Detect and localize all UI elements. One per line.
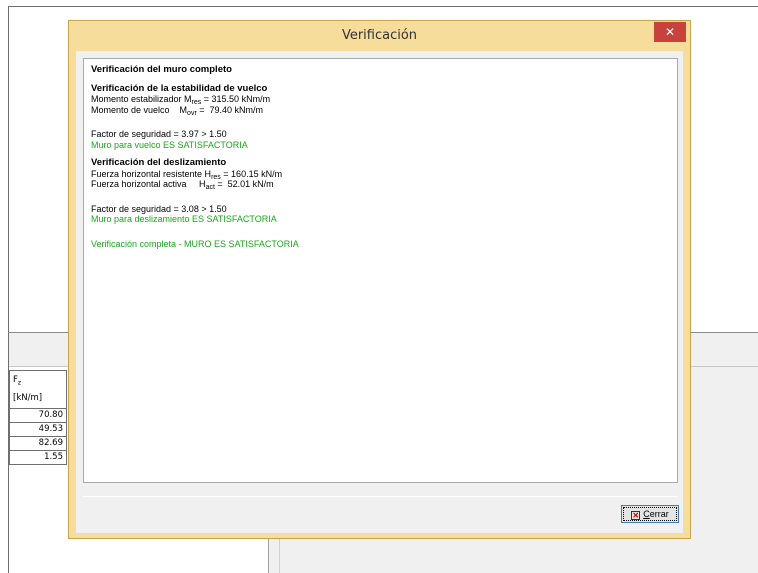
- overturning-stabilizing-moment: Momento estabilizador Mres = 315.50 kNm/…: [91, 94, 670, 106]
- close-icon: ✕: [631, 511, 641, 520]
- button-label: errar: [649, 509, 669, 519]
- verification-report: Verificación del muro completo Verificac…: [83, 58, 678, 483]
- line-value: = 79.40 kNm/m: [196, 104, 264, 115]
- line-label: Fuerza horizontal activa H: [91, 179, 206, 189]
- table-header-fz: Fz [kN/m]: [9, 370, 67, 409]
- report-main-heading: Verificación del muro completo: [91, 64, 232, 75]
- background-forces-table: Fz [kN/m] 70.80 49.53 82.69 1.55: [9, 370, 67, 465]
- overturning-safety-factor: Factor de seguridad = 3.97 > 1.50: [91, 129, 227, 139]
- dialog-client-area: Verificación del muro completo Verificac…: [76, 51, 683, 533]
- sliding-resisting-force: Fuerza horizontal resistente Hres = 160.…: [91, 168, 670, 181]
- sliding-safety-factor: Factor de seguridad = 3.08 > 1.50: [91, 203, 227, 214]
- line-value: = 52.01 kN/m: [214, 179, 274, 189]
- overturning-heading: Verificación de la estabilidad de vuelco: [91, 82, 268, 94]
- line-label: Momento de vuelco M: [91, 104, 188, 115]
- line-sub: ovr: [187, 109, 197, 117]
- dialog-titlebar[interactable]: Verificación ✕: [69, 21, 690, 51]
- verification-dialog: Verificación ✕ Verificación del muro com…: [68, 20, 691, 539]
- line-value: = 160.15 kN/m: [220, 168, 283, 179]
- line-sub: act: [205, 184, 215, 191]
- table-cell[interactable]: 1.55: [9, 449, 67, 465]
- cerrar-button[interactable]: ✕ Cerrar: [621, 505, 679, 523]
- table-cell[interactable]: 82.69: [9, 435, 67, 451]
- line-value: = 315.50 kNm/m: [201, 94, 271, 104]
- sliding-active-force: Fuerza horizontal activa Hact = 52.01 kN…: [91, 179, 670, 191]
- close-icon[interactable]: ✕: [654, 22, 686, 42]
- dialog-separator: [83, 496, 678, 497]
- table-cell[interactable]: 70.80: [9, 407, 67, 423]
- table-header-sub: z: [17, 379, 22, 387]
- sliding-heading: Verificación del deslizamiento: [91, 157, 227, 168]
- sliding-result: Muro para deslizamiento ES SATISFACTORIA: [91, 214, 277, 224]
- table-cell[interactable]: 49.53: [9, 421, 67, 437]
- final-verification-result: Verificación completa - MURO ES SATISFAC…: [91, 238, 299, 249]
- line-label: Momento estabilizador M: [91, 94, 192, 104]
- table-header-unit: [kN/m]: [13, 392, 43, 403]
- dialog-title: Verificación: [341, 28, 418, 43]
- line-label: Fuerza horizontal resistente H: [91, 168, 212, 179]
- overturning-result: Muro para vuelco ES SATISFACTORIA: [91, 139, 248, 150]
- overturning-moment: Momento de vuelco Movr = 79.40 kNm/m: [91, 104, 670, 117]
